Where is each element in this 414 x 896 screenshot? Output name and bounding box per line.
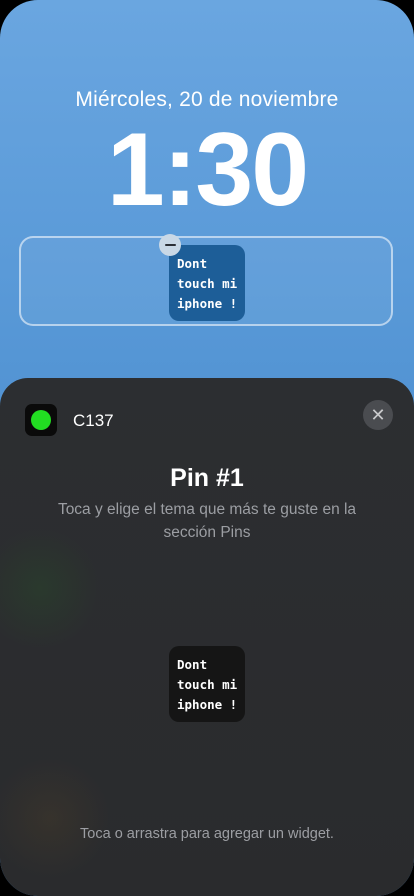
background-glow bbox=[0, 758, 110, 878]
app-icon bbox=[25, 404, 57, 436]
minus-icon bbox=[164, 243, 176, 247]
widget-preview-text: Dont touch mi iphone ! bbox=[177, 657, 238, 712]
remove-widget-button[interactable] bbox=[159, 234, 181, 256]
green-circle-icon bbox=[31, 410, 51, 430]
lock-time[interactable]: 1:30 bbox=[0, 118, 414, 222]
background-glow bbox=[0, 528, 100, 648]
app-name: C137 bbox=[73, 411, 114, 430]
close-icon: ✕ bbox=[370, 404, 386, 426]
widget-gallery-sheet: C137 ✕ Pin #1 Toca y elige el tema que m… bbox=[0, 378, 414, 896]
add-widget-hint: Toca o arrastra para agregar un widget. bbox=[80, 826, 334, 842]
placed-widget[interactable]: Dont touch mi iphone ! bbox=[169, 245, 245, 321]
close-button[interactable]: ✕ bbox=[363, 400, 393, 430]
widget-description: Toca y elige el tema que más te guste en… bbox=[57, 501, 357, 541]
placed-widget-text: Dont touch mi iphone ! bbox=[177, 256, 238, 311]
lock-date: Miércoles, 20 de noviembre bbox=[75, 88, 339, 111]
widget-preview[interactable]: Dont touch mi iphone ! bbox=[169, 646, 245, 722]
widget-title: Pin #1 bbox=[170, 464, 244, 492]
lock-screen: Miércoles, 20 de noviembre 1:30 Dont tou… bbox=[0, 0, 414, 896]
